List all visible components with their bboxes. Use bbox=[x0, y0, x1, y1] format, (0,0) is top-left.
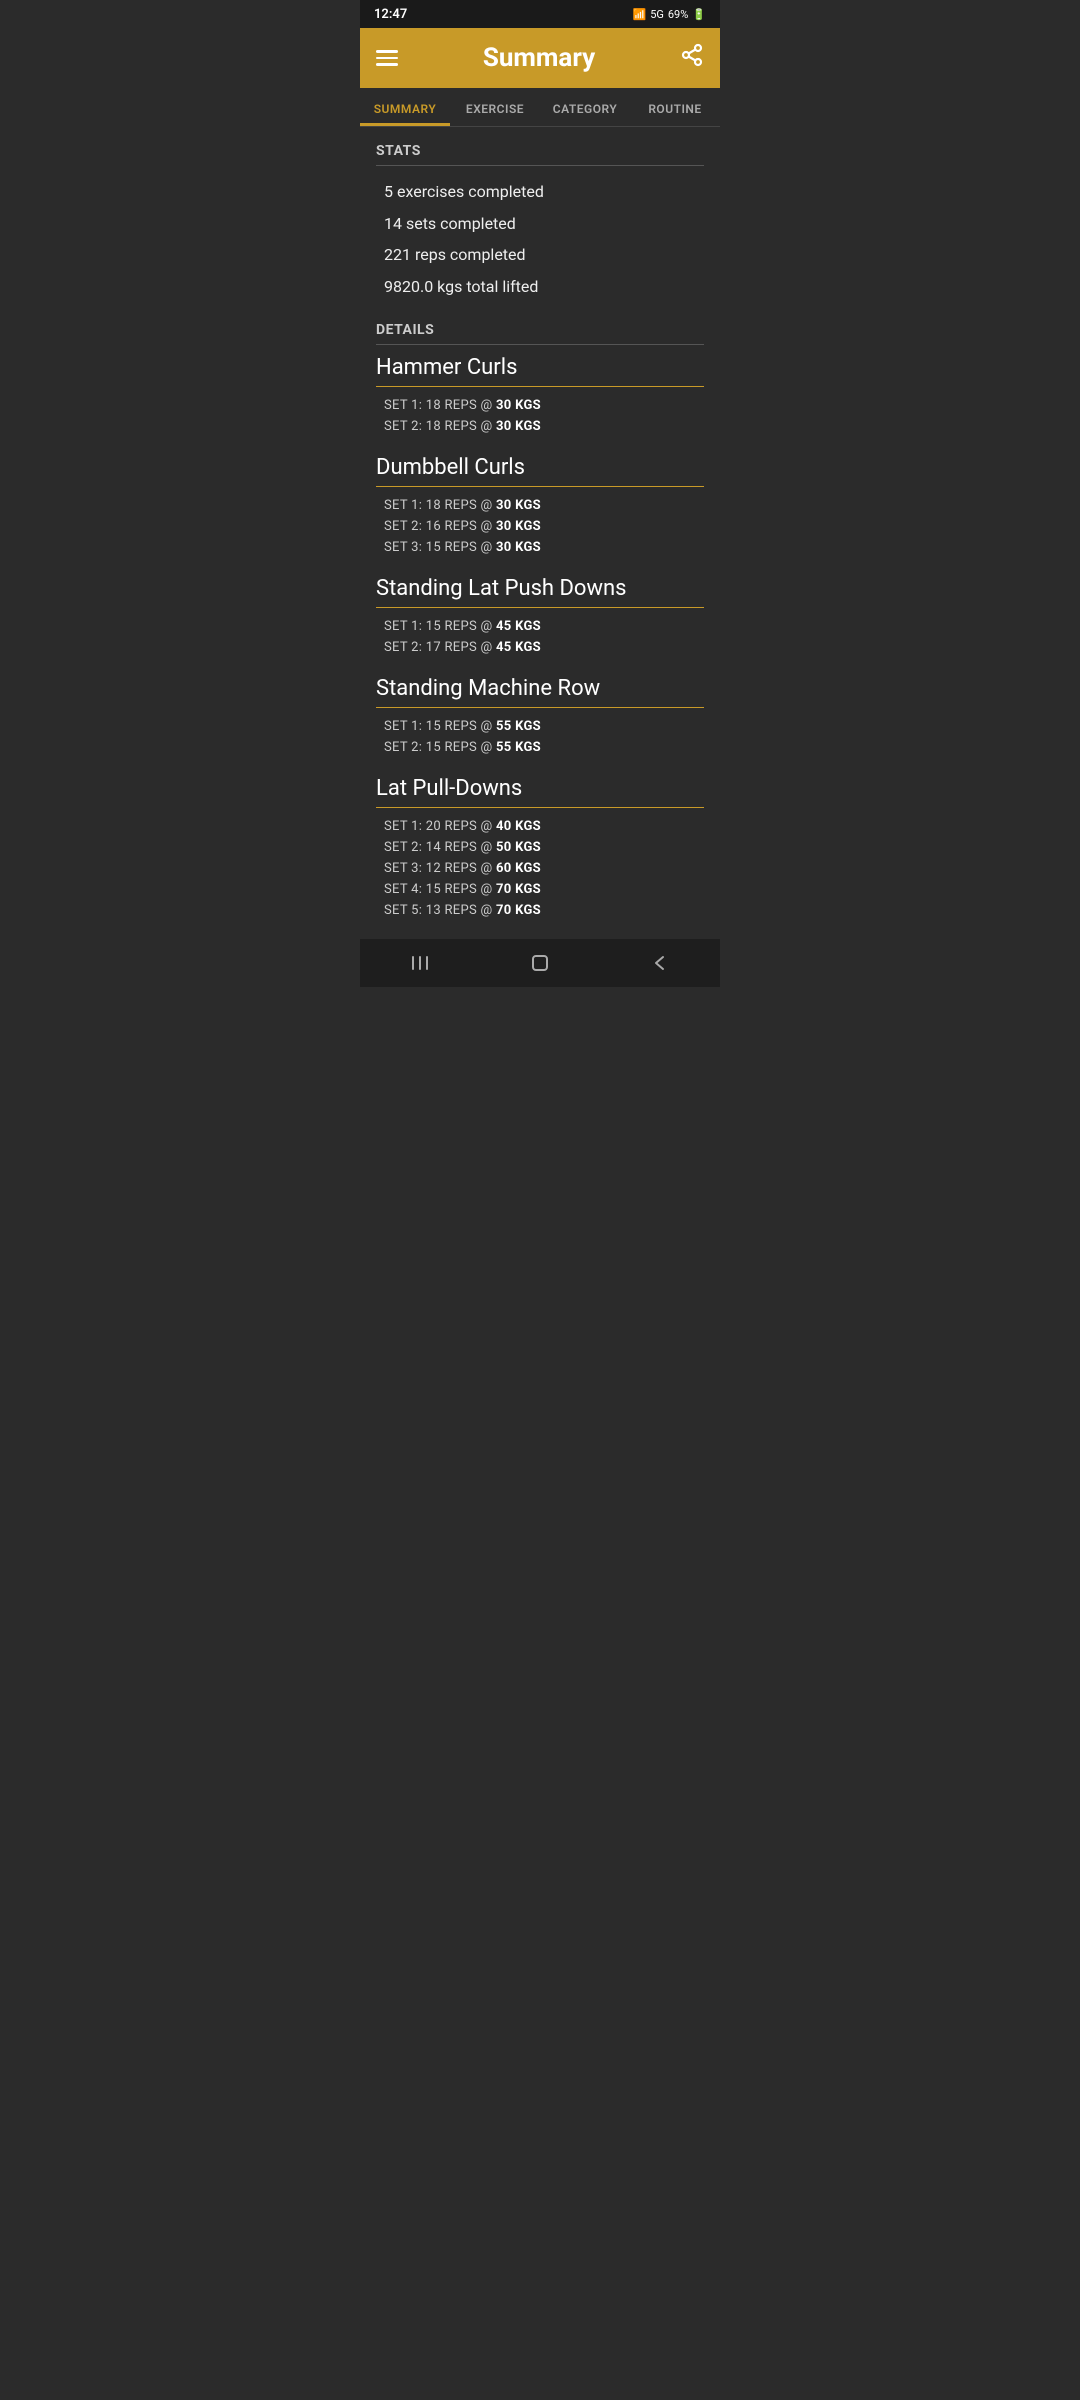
tab-exercise[interactable]: EXERCISE bbox=[450, 88, 540, 126]
set-row: SET 1: 18 REPS @ 30 KGS bbox=[376, 395, 704, 416]
exercise-name-standing-machine-row: Standing Machine Row bbox=[376, 676, 704, 708]
set-row: SET 2: 16 REPS @ 30 KGS bbox=[376, 516, 704, 537]
tab-summary[interactable]: SUMMARY bbox=[360, 88, 450, 126]
nav-home-button[interactable] bbox=[510, 952, 570, 974]
exercise-name-standing-lat-push-downs: Standing Lat Push Downs bbox=[376, 576, 704, 608]
nav-back-button[interactable] bbox=[630, 952, 690, 974]
nav-recents-button[interactable] bbox=[390, 952, 450, 974]
exercise-name-lat-pull-downs: Lat Pull-Downs bbox=[376, 776, 704, 808]
set-row: SET 3: 15 REPS @ 30 KGS bbox=[376, 537, 704, 558]
tab-routine[interactable]: ROUTINE bbox=[630, 88, 720, 126]
exercise-dumbbell-curls: Dumbbell Curls SET 1: 18 REPS @ 30 KGS S… bbox=[376, 455, 704, 558]
set-row: SET 1: 15 REPS @ 45 KGS bbox=[376, 616, 704, 637]
set-row: SET 5: 13 REPS @ 70 KGS bbox=[376, 900, 704, 921]
stat-exercises: 5 exercises completed bbox=[376, 176, 704, 208]
set-row: SET 1: 15 REPS @ 55 KGS bbox=[376, 716, 704, 737]
stat-weight: 9820.0 kgs total lifted bbox=[376, 271, 704, 303]
battery-icon: 🔋 bbox=[692, 8, 706, 21]
menu-button[interactable] bbox=[376, 50, 398, 66]
exercise-name-dumbbell-curls: Dumbbell Curls bbox=[376, 455, 704, 487]
exercise-name-hammer-curls: Hammer Curls bbox=[376, 355, 704, 387]
set-row: SET 3: 12 REPS @ 60 KGS bbox=[376, 858, 704, 879]
signal-icon: 5G bbox=[650, 8, 664, 21]
status-icons: 📶 5G 69% 🔋 bbox=[632, 8, 706, 21]
tab-bar: SUMMARY EXERCISE CATEGORY ROUTINE bbox=[360, 88, 720, 127]
exercise-hammer-curls: Hammer Curls SET 1: 18 REPS @ 30 KGS SET… bbox=[376, 355, 704, 437]
status-time: 12:47 bbox=[374, 7, 407, 22]
exercise-standing-machine-row: Standing Machine Row SET 1: 15 REPS @ 55… bbox=[376, 676, 704, 758]
set-row: SET 2: 18 REPS @ 30 KGS bbox=[376, 416, 704, 437]
set-row: SET 2: 17 REPS @ 45 KGS bbox=[376, 637, 704, 658]
app-bar: Summary bbox=[360, 28, 720, 88]
bluetooth-icon: 📶 bbox=[632, 8, 646, 21]
battery-level: 69% bbox=[668, 8, 688, 21]
status-bar: 12:47 📶 5G 69% 🔋 bbox=[360, 0, 720, 28]
share-button[interactable] bbox=[680, 43, 704, 73]
exercise-standing-lat-push-downs: Standing Lat Push Downs SET 1: 15 REPS @… bbox=[376, 576, 704, 658]
main-content: STATS 5 exercises completed 14 sets comp… bbox=[360, 127, 720, 921]
stats-header: STATS bbox=[376, 143, 704, 166]
set-row: SET 2: 14 REPS @ 50 KGS bbox=[376, 837, 704, 858]
exercise-lat-pull-downs: Lat Pull-Downs SET 1: 20 REPS @ 40 KGS S… bbox=[376, 776, 704, 921]
set-row: SET 4: 15 REPS @ 70 KGS bbox=[376, 879, 704, 900]
tab-category[interactable]: CATEGORY bbox=[540, 88, 630, 126]
set-row: SET 1: 18 REPS @ 30 KGS bbox=[376, 495, 704, 516]
nav-bar bbox=[360, 939, 720, 987]
details-section: DETAILS Hammer Curls SET 1: 18 REPS @ 30… bbox=[376, 322, 704, 921]
stat-reps: 221 reps completed bbox=[376, 239, 704, 271]
stat-sets: 14 sets completed bbox=[376, 208, 704, 240]
set-row: SET 2: 15 REPS @ 55 KGS bbox=[376, 737, 704, 758]
details-header: DETAILS bbox=[376, 322, 704, 345]
page-title: Summary bbox=[483, 43, 595, 73]
stats-section: STATS 5 exercises completed 14 sets comp… bbox=[376, 143, 704, 302]
set-row: SET 1: 20 REPS @ 40 KGS bbox=[376, 816, 704, 837]
